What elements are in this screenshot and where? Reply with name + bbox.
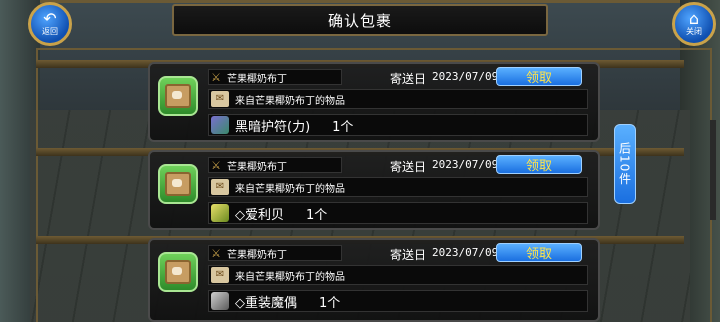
scrollbar[interactable]	[710, 120, 716, 220]
feather-icon	[211, 204, 229, 222]
message-field: ✉ 来自芒果椰奶布丁的物品	[208, 177, 588, 197]
crossed-swords-icon: ⚔	[211, 70, 221, 84]
golem-claw-icon	[211, 292, 229, 310]
close-button-label: 关闭	[686, 27, 702, 36]
item-name: 黑暗护符(力)	[235, 119, 311, 135]
package-card: ⚔ 芒果椰奶布丁 寄送日 2023/07/09 领取 ✉ 来自芒果椰奶布丁的物品…	[148, 150, 600, 230]
message-text: 来自芒果椰奶布丁的物品	[235, 95, 345, 107]
message-text: 来自芒果椰奶布丁的物品	[235, 183, 345, 195]
dark-amulet-icon	[211, 116, 229, 134]
package-box-icon	[158, 164, 198, 204]
claim-button[interactable]: 领取	[496, 67, 582, 86]
claim-button[interactable]: 领取	[496, 243, 582, 262]
crossed-swords-icon: ⚔	[211, 158, 221, 172]
item-field: ◇爱利贝 1个	[208, 202, 588, 224]
scroll-icon: ✉	[211, 267, 229, 283]
item-name: ◇爱利贝	[235, 207, 284, 223]
title-bar: 确认包裹	[172, 4, 548, 36]
package-card: ⚔ 芒果椰奶布丁 寄送日 2023/07/09 领取 ✉ 来自芒果椰奶布丁的物品…	[148, 62, 600, 142]
send-date: 2023/07/09	[432, 70, 499, 83]
item-name: ◇重装魔偶	[235, 295, 297, 311]
sender-name: 芒果椰奶布丁	[227, 73, 287, 85]
message-field: ✉ 来自芒果椰奶布丁的物品	[208, 89, 588, 109]
sender-field: ⚔ 芒果椰奶布丁	[208, 69, 342, 85]
top-frame-line	[40, 0, 680, 3]
send-date: 2023/07/09	[432, 246, 499, 259]
home-icon: ⌂	[688, 9, 700, 28]
back-arrow-icon: ↶	[43, 9, 57, 28]
message-field: ✉ 来自芒果椰奶布丁的物品	[208, 265, 588, 285]
send-date: 2023/07/09	[432, 158, 499, 171]
send-date-label: 寄送日	[390, 248, 427, 262]
item-field: 黑暗护符(力) 1个	[208, 114, 588, 136]
package-card: ⚔ 芒果椰奶布丁 寄送日 2023/07/09 领取 ✉ 来自芒果椰奶布丁的物品…	[148, 238, 600, 322]
page-title: 确认包裹	[327, 11, 392, 30]
message-text: 来自芒果椰奶布丁的物品	[235, 271, 345, 283]
sender-field: ⚔ 芒果椰奶布丁	[208, 245, 342, 261]
item-quantity: 1个	[306, 207, 328, 223]
scroll-icon: ✉	[211, 91, 229, 107]
package-box-icon	[158, 252, 198, 292]
sender-name: 芒果椰奶布丁	[227, 161, 287, 173]
item-quantity: 1个	[332, 119, 354, 135]
send-date-label: 寄送日	[390, 72, 427, 86]
send-date-label: 寄送日	[390, 160, 427, 174]
sender-field: ⚔ 芒果椰奶布丁	[208, 157, 342, 173]
package-box-icon	[158, 76, 198, 116]
scroll-icon: ✉	[211, 179, 229, 195]
back-button[interactable]: ↶ 返回	[28, 2, 72, 46]
claim-button[interactable]: 领取	[496, 155, 582, 174]
close-button[interactable]: ⌂ 关闭	[672, 2, 716, 46]
item-quantity: 1个	[319, 295, 341, 311]
crossed-swords-icon: ⚔	[211, 246, 221, 260]
sender-name: 芒果椰奶布丁	[227, 249, 287, 261]
item-field: ◇重装魔偶 1个	[208, 290, 588, 312]
next-page-button[interactable]: 后10件	[614, 124, 636, 204]
back-button-label: 返回	[42, 27, 58, 36]
